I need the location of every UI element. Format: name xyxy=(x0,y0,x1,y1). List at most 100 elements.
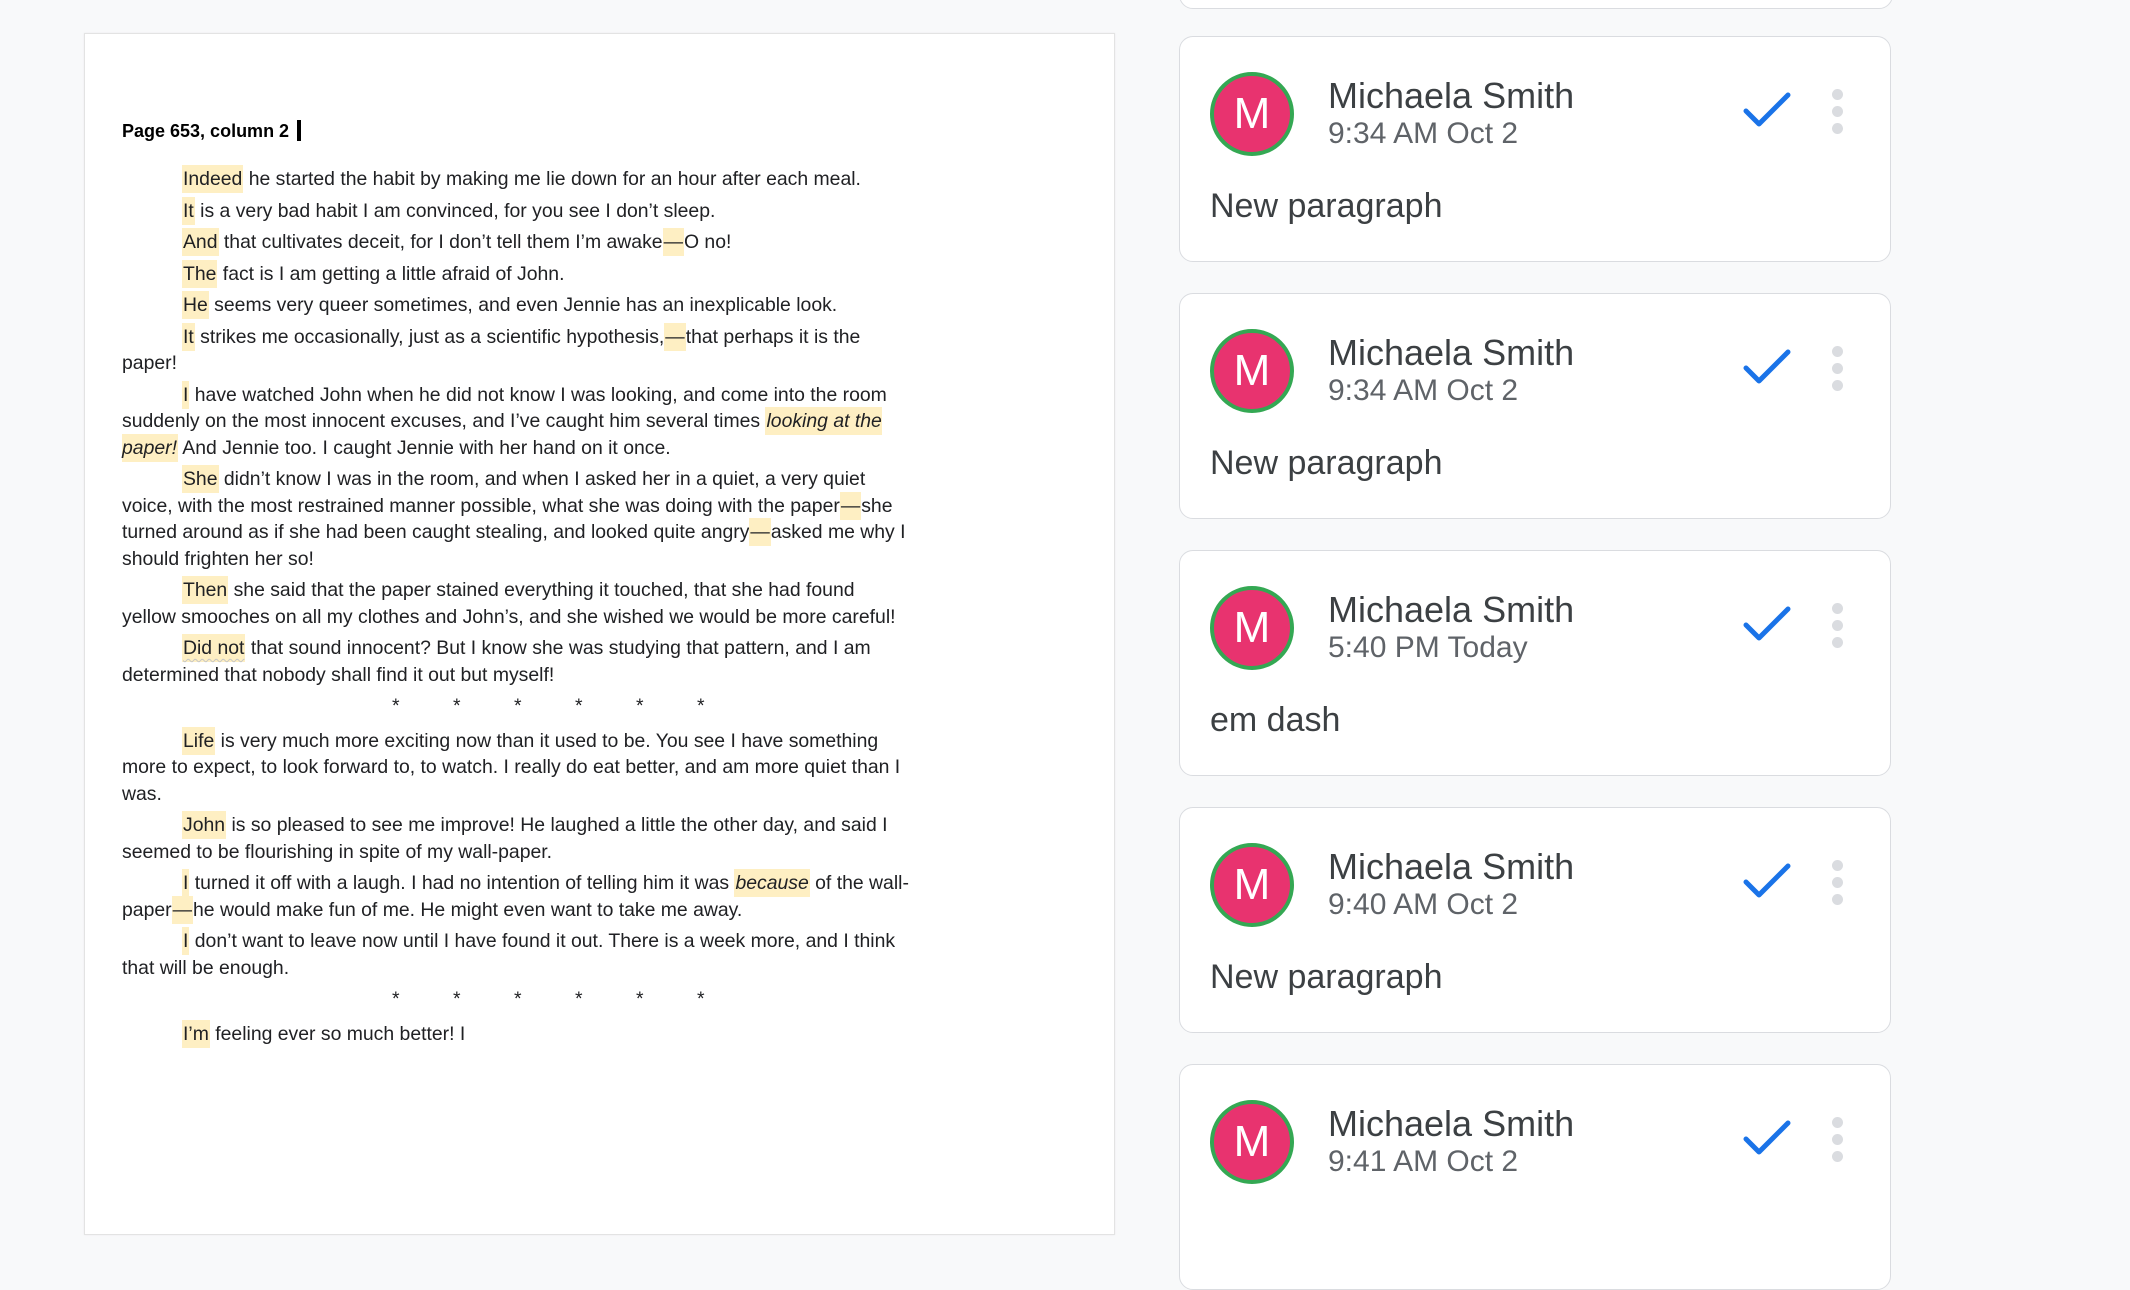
paragraph-text: turned it off with a laugh. I had no int… xyxy=(189,872,735,894)
section-break-star: * xyxy=(575,695,583,717)
check-icon[interactable] xyxy=(1742,860,1792,900)
comment-author: Michaela Smith xyxy=(1328,332,1575,373)
paragraph-text: that cultivates deceit, for I don’t tell… xyxy=(218,231,663,253)
check-icon[interactable] xyxy=(1742,1117,1792,1157)
paragraph[interactable]: I don’t want to leave now until I have f… xyxy=(122,927,912,981)
section-break-star: * xyxy=(636,988,644,1010)
comment-text: New paragraph xyxy=(1210,958,1443,996)
paragraph-text: seems very queer sometimes, and even Jen… xyxy=(208,294,838,316)
comment-highlight[interactable]: She xyxy=(182,465,219,493)
paragraph[interactable]: I have watched John when he did not know… xyxy=(122,380,912,462)
section-break-star: * xyxy=(514,988,522,1010)
comment-highlight[interactable]: because xyxy=(734,869,810,897)
comment-card[interactable]: M Michaela Smith 9:34 AM Oct 2 New paragrap… xyxy=(1179,293,1891,519)
paragraph-text: he started the habit by making me lie do… xyxy=(243,168,861,190)
section-break-star: * xyxy=(453,988,461,1010)
paragraph-text: is a very bad habit I am convinced, for … xyxy=(194,199,716,222)
paragraph-text: fact is I am getting a little afraid of … xyxy=(217,262,565,285)
section-break-star: * xyxy=(575,988,583,1010)
comment-highlight[interactable]: Then xyxy=(182,576,229,604)
paragraph[interactable]: She didn’t know I was in the room, and w… xyxy=(122,465,912,572)
comment-text: em dash xyxy=(1210,701,1341,739)
comment-highlight[interactable]: And xyxy=(182,228,219,256)
paragraph[interactable]: Then she said that the paper stained eve… xyxy=(122,576,912,630)
comment-highlight[interactable]: The xyxy=(182,259,218,288)
paragraph-text: don’t want to leave now until I have fou… xyxy=(122,930,896,979)
check-icon[interactable] xyxy=(1742,89,1792,129)
avatar: M xyxy=(1210,843,1294,927)
comment-highlight[interactable]: I’m xyxy=(182,1019,210,1048)
comment-timestamp: 5:40 PM Today xyxy=(1328,631,1528,664)
avatar: M xyxy=(1210,72,1294,156)
comment-highlight[interactable]: — xyxy=(839,491,862,520)
comment-highlight[interactable]: — xyxy=(662,228,684,256)
paragraph-text: And Jennie too. I caught Jennie with her… xyxy=(177,436,671,459)
comment-highlight[interactable]: It xyxy=(182,196,195,225)
section-break-star: * xyxy=(453,695,461,717)
comment-timestamp: 9:34 AM Oct 2 xyxy=(1328,117,1519,150)
page-header: Page 653, column 2 xyxy=(122,120,302,142)
paragraph-text: didn’t know I was in the room, and when … xyxy=(122,468,866,517)
comment-highlight[interactable]: Did not xyxy=(182,634,246,662)
check-icon[interactable] xyxy=(1742,346,1792,386)
more-vert-icon[interactable] xyxy=(1830,1117,1844,1163)
comment-author: Michaela Smith xyxy=(1328,1103,1575,1144)
more-vert-icon[interactable] xyxy=(1830,346,1844,392)
comment-text: New paragraph xyxy=(1210,444,1443,482)
comment-highlight[interactable]: — xyxy=(171,895,193,924)
paragraph-text: she said that the paper stained everythi… xyxy=(122,579,896,628)
comment-author: Michaela Smith xyxy=(1328,75,1575,116)
avatar: M xyxy=(1210,1100,1294,1184)
text-cursor xyxy=(297,120,302,141)
section-break-star: * xyxy=(697,695,705,717)
avatar: M xyxy=(1210,329,1294,413)
comment-highlight[interactable]: — xyxy=(664,322,686,351)
paragraph[interactable]: And that cultivates deceit, for I don’t … xyxy=(122,228,912,256)
paragraph[interactable]: Life is very much more exciting now than… xyxy=(122,726,912,808)
comment-card[interactable]: M Michaela Smith 9:40 AM Oct 2 New paragrap… xyxy=(1179,807,1891,1033)
comment-highlight[interactable]: He xyxy=(182,291,209,319)
section-break: * * * * * * xyxy=(122,986,912,1013)
paragraph[interactable]: I turned it off with a laugh. I had no i… xyxy=(122,869,912,924)
comment-timestamp: 9:40 AM Oct 2 xyxy=(1328,888,1519,921)
more-vert-icon[interactable] xyxy=(1830,860,1844,906)
paragraph-text: strikes me occasionally, just as a scien… xyxy=(194,325,665,348)
paragraph-text: is so pleased to see me improve! He laug… xyxy=(122,814,888,863)
paragraph-text: O no! xyxy=(683,231,732,253)
comment-author: Michaela Smith xyxy=(1328,846,1575,887)
more-vert-icon[interactable] xyxy=(1830,603,1844,649)
comment-highlight[interactable]: It xyxy=(182,322,195,351)
section-break-star: * xyxy=(392,695,400,717)
comment-highlight[interactable]: — xyxy=(749,518,771,546)
paragraph[interactable]: It strikes me occasionally, just as a sc… xyxy=(122,322,912,377)
paragraph[interactable]: The fact is I am getting a little afraid… xyxy=(122,259,912,288)
section-break: * * * * * * xyxy=(122,693,912,720)
comment-highlight[interactable]: John xyxy=(182,811,227,839)
comment-timestamp: 9:34 AM Oct 2 xyxy=(1328,374,1519,407)
comment-card[interactable]: M Michaela Smith 5:40 PM Today em dash xyxy=(1179,550,1891,776)
comment-timestamp: 9:41 AM Oct 2 xyxy=(1328,1145,1519,1178)
comment-highlight[interactable]: Indeed xyxy=(182,165,244,193)
paragraph-text: feeling ever so much better! I xyxy=(209,1022,466,1045)
paragraph[interactable]: I’m feeling ever so much better! I xyxy=(122,1019,912,1048)
paragraph[interactable]: It is a very bad habit I am convinced, f… xyxy=(122,196,912,225)
paragraph[interactable]: Indeed he started the habit by making me… xyxy=(122,165,912,193)
comment-card[interactable]: M Michaela Smith 9:34 AM Oct 2 New paragrap… xyxy=(1179,36,1891,262)
paragraph-text: is very much more exciting now than it u… xyxy=(122,729,901,805)
comment-text: New paragraph xyxy=(1210,187,1443,225)
section-break-star: * xyxy=(636,695,644,717)
check-icon[interactable] xyxy=(1742,603,1792,643)
comment-highlight[interactable]: Life xyxy=(182,726,216,755)
section-break-star: * xyxy=(514,695,522,717)
document-body[interactable]: Indeed he started the habit by making me… xyxy=(122,165,912,1052)
avatar: M xyxy=(1210,586,1294,670)
paragraph-text: he would make fun of me. He might even w… xyxy=(193,898,743,921)
comment-card[interactable]: M Michaela Smith 9:41 AM Oct 2 xyxy=(1179,1064,1891,1290)
page-header-text: Page 653, column 2 xyxy=(122,121,290,141)
section-break-star: * xyxy=(697,988,705,1010)
paragraph[interactable]: Did not that sound innocent? But I know … xyxy=(122,634,912,688)
comment-card-partial[interactable] xyxy=(1179,0,1893,9)
paragraph[interactable]: John is so pleased to see me improve! He… xyxy=(122,811,912,865)
paragraph[interactable]: He seems very queer sometimes, and even … xyxy=(122,291,912,319)
more-vert-icon[interactable] xyxy=(1830,89,1844,135)
